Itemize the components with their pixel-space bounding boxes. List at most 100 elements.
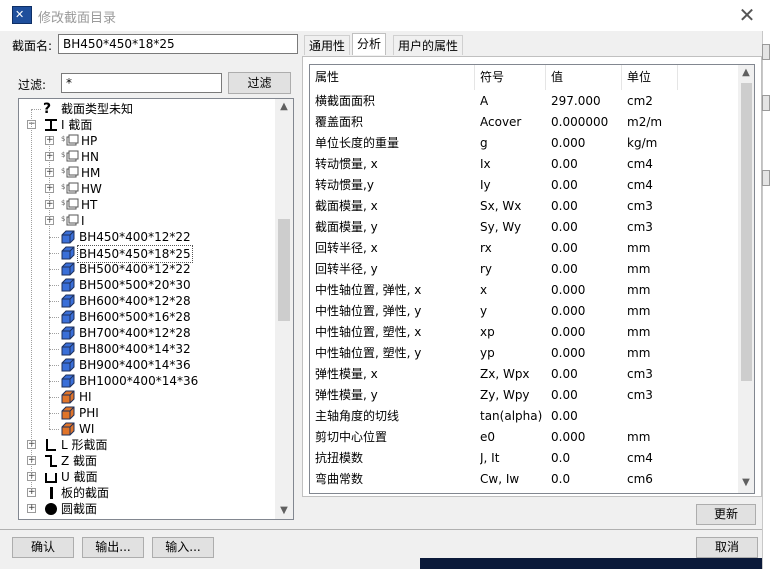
cell-value[interactable]: 0.000000 (551, 112, 625, 133)
orange-cube-icon (61, 406, 75, 420)
tree-item[interactable]: BH900*400*14*36 (19, 357, 273, 373)
cell-value[interactable]: 0.000 (551, 280, 625, 301)
cell-value[interactable]: 0.000 (551, 322, 625, 343)
scroll-up-icon[interactable]: ▲ (738, 65, 754, 81)
table-row[interactable]: 覆盖面积 Acover 0.000000 m2/m (310, 112, 740, 133)
tree-item-label: U 截面 (61, 470, 98, 484)
window-title: 修改截面目录 (38, 11, 117, 26)
column-header-value[interactable]: 值 (546, 65, 622, 90)
tab-user-attributes[interactable]: 用户的属性 (393, 35, 464, 55)
tree-item[interactable]: − I 截面 (19, 117, 273, 133)
tree-item[interactable]: PHI (19, 405, 273, 421)
table-row[interactable]: 回转半径, y ry 0.00 mm (310, 259, 740, 280)
tree-item[interactable]: + $ HW (19, 181, 273, 197)
tree-item[interactable]: + L 形截面 (19, 437, 273, 453)
tree-connector (49, 317, 59, 318)
column-header-symbol[interactable]: 符号 (475, 65, 546, 90)
tree-item[interactable]: + $ I (19, 213, 273, 229)
cell-value[interactable]: 0.00 (551, 364, 625, 385)
tree-item[interactable]: BH700*400*12*28 (19, 325, 273, 341)
properties-grid[interactable]: 属性 符号 值 单位 横截面面积 A 297.000 cm2 覆盖面积 Acover 0.0… (309, 64, 755, 494)
tree-scrollbar[interactable]: ▲ ▼ (275, 99, 293, 519)
table-row[interactable]: 转动惯量,y Iy 0.00 cm4 (310, 175, 740, 196)
cell-value[interactable]: 0.00 (551, 196, 625, 217)
table-row[interactable]: 单位长度的重量 g 0.000 kg/m (310, 133, 740, 154)
tree-item[interactable]: + $ HN (19, 149, 273, 165)
tree-item[interactable]: BH450*400*12*22 (19, 229, 273, 245)
blue-cube-icon (61, 262, 75, 276)
cell-value[interactable]: 0.000 (551, 133, 625, 154)
table-row[interactable]: 截面模量, x Sx, Wx 0.00 cm3 (310, 196, 740, 217)
table-row[interactable]: 弹性模量, y Zy, Wpy 0.00 cm3 (310, 385, 740, 406)
table-row[interactable]: 主轴角度的切线 tan(alpha) 0.00 (310, 406, 740, 427)
table-row[interactable]: 抗扭模数 J, It 0.0 cm4 (310, 448, 740, 469)
table-row[interactable]: 剪切中心位置 e0 0.000 mm (310, 427, 740, 448)
filter-input[interactable]: * (61, 73, 222, 93)
tree-item[interactable]: + Z 截面 (19, 453, 273, 469)
column-header-property[interactable]: 属性 (310, 65, 475, 90)
export-button[interactable]: 输出... (82, 537, 144, 558)
cell-value[interactable]: 297.000 (551, 91, 625, 112)
scroll-down-icon[interactable]: ▼ (275, 503, 293, 519)
cell-value[interactable]: 0.000 (551, 427, 625, 448)
tree-item[interactable]: BH500*400*12*22 (19, 261, 273, 277)
close-icon[interactable]: ✕ (732, 2, 762, 28)
scroll-up-icon[interactable]: ▲ (275, 99, 293, 115)
section-name-input[interactable]: BH450*450*18*25 (58, 34, 298, 54)
table-row[interactable]: 横截面面积 A 297.000 cm2 (310, 91, 740, 112)
tree-item[interactable]: BH800*400*14*32 (19, 341, 273, 357)
tree-item[interactable]: + $ HT (19, 197, 273, 213)
table-row[interactable]: 中性轴位置, 塑性, y yp 0.000 mm (310, 343, 740, 364)
column-header-unit[interactable]: 单位 (622, 65, 678, 90)
grid-scrollbar[interactable]: ▲ ▼ (738, 65, 754, 493)
scroll-down-icon[interactable]: ▼ (738, 475, 754, 491)
cell-value[interactable]: 0.000 (551, 343, 625, 364)
section-tree[interactable]: ? 截面类型未知 − I 截面 + $ HP + $ HN + $ HM + $ HW + $ HT + $ I BH450… (18, 98, 294, 520)
table-row[interactable]: 中性轴位置, 弹性, y y 0.000 mm (310, 301, 740, 322)
tree-scroll-thumb[interactable] (278, 219, 290, 321)
tree-item[interactable]: WI (19, 421, 273, 437)
cell-value[interactable]: 0.00 (551, 406, 625, 427)
tree-item[interactable]: ? 截面类型未知 (19, 101, 273, 117)
table-row[interactable]: 中性轴位置, 弹性, x x 0.000 mm (310, 280, 740, 301)
cell-value[interactable]: 0.00 (551, 217, 625, 238)
cell-value[interactable]: 0.00 (551, 238, 625, 259)
table-row[interactable]: 弹性模量, x Zx, Wpx 0.00 cm3 (310, 364, 740, 385)
tree-item[interactable]: + $ HP (19, 133, 273, 149)
cancel-button[interactable]: 取消 (696, 537, 758, 558)
tree-item[interactable]: + U 截面 (19, 469, 273, 485)
tree-item[interactable]: BH600*400*12*28 (19, 293, 273, 309)
tab-analysis[interactable]: 分析 (352, 33, 387, 55)
tree-item[interactable]: BH600*500*16*28 (19, 309, 273, 325)
tree-connector (49, 413, 59, 414)
grid-scroll-thumb[interactable] (741, 83, 752, 381)
expand-icon[interactable]: + (27, 504, 36, 513)
table-row[interactable]: 中性轴位置, 塑性, x xp 0.000 mm (310, 322, 740, 343)
table-row[interactable]: 转动惯量, x Ix 0.00 cm4 (310, 154, 740, 175)
tree-item[interactable]: + 板的截面 (19, 485, 273, 501)
cell-value[interactable]: 0.00 (551, 175, 625, 196)
table-row[interactable]: 弯曲常数 Cw, Iw 0.0 cm6 (310, 469, 740, 490)
cell-symbol: A (480, 94, 489, 108)
cell-value[interactable]: 0.0 (551, 448, 625, 469)
tree-item[interactable]: BH1000*400*14*36 (19, 373, 273, 389)
cell-value[interactable]: 0.000 (551, 301, 625, 322)
tab-general[interactable]: 通用性 (304, 35, 351, 55)
tree-item[interactable]: + $ HM (19, 165, 273, 181)
tree-connector (49, 269, 59, 270)
table-row[interactable]: 回转半径, x rx 0.00 mm (310, 238, 740, 259)
tree-item[interactable]: BH450*450*18*25 (19, 245, 273, 263)
update-button[interactable]: 更新 (696, 504, 756, 525)
cell-value[interactable]: 0.00 (551, 385, 625, 406)
tree-item[interactable]: HI (19, 389, 273, 405)
cell-value[interactable]: 0.00 (551, 259, 625, 280)
cell-value[interactable]: 0.0 (551, 469, 625, 490)
table-row[interactable]: 截面模量, y Sy, Wy 0.00 cm3 (310, 217, 740, 238)
import-button[interactable]: 输入... (152, 537, 214, 558)
tree-item[interactable]: BH500*500*20*30 (19, 277, 273, 293)
ok-button[interactable]: 确认 (12, 537, 74, 558)
cell-value[interactable]: 0.00 (551, 154, 625, 175)
svg-text:$: $ (61, 183, 65, 191)
tree-item[interactable]: + 圆截面 (19, 501, 273, 517)
filter-button[interactable]: 过滤 (228, 72, 291, 94)
